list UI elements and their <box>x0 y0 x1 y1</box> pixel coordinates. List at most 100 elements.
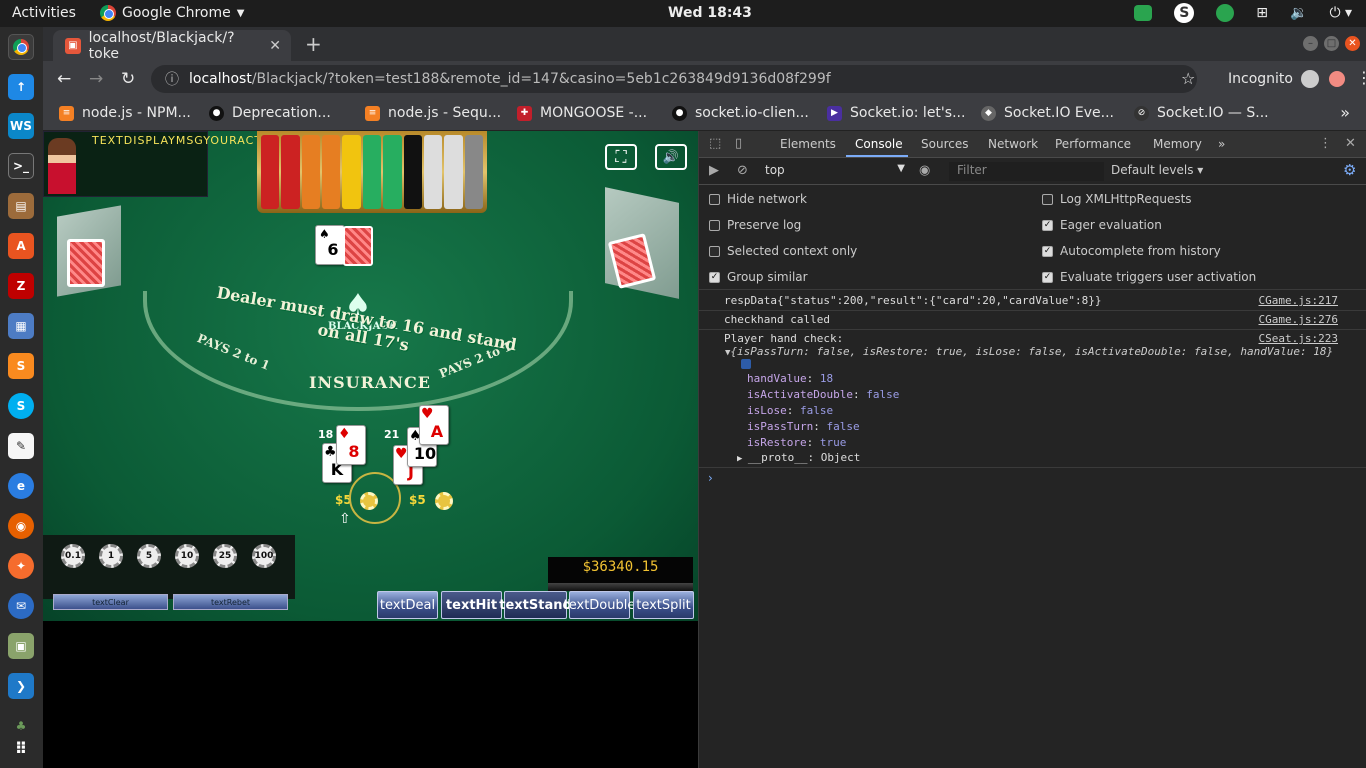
clear-button[interactable]: textClear <box>53 594 168 610</box>
bookmarks-more-icon[interactable]: » <box>1340 103 1350 122</box>
device-toggle-icon[interactable]: ▯ <box>735 136 742 151</box>
log-levels-dropdown[interactable]: Default levels ▾ <box>1111 163 1203 177</box>
app-menu[interactable]: Google Chrome ▼ <box>100 5 244 21</box>
software-dock-icon[interactable]: A <box>8 233 34 259</box>
address-bar[interactable]: ⓘ localhost/Blackjack/?token=test188&rem… <box>151 65 1197 93</box>
stand-button[interactable]: textStand <box>499 591 572 619</box>
bookmark-item[interactable]: ● socket.io-clien... <box>672 105 809 121</box>
sublime-dock-icon[interactable]: S <box>8 353 34 379</box>
option-evaluate-triggers[interactable]: ✓ Evaluate triggers user activation <box>1042 270 1256 284</box>
option-log-xhr[interactable]: Log XMLHttpRequests <box>1042 192 1192 206</box>
option-selected-context[interactable]: Selected context only <box>709 244 857 258</box>
incognito-indicator[interactable]: Incognito <box>1228 70 1319 88</box>
update-icon[interactable] <box>1329 71 1345 87</box>
sidebar-toggle-icon[interactable]: ▶ <box>709 163 719 178</box>
document-dock-icon[interactable]: ▦ <box>8 313 34 339</box>
bookmark-item[interactable]: ● Deprecation... <box>209 105 331 121</box>
minimize-icon[interactable]: – <box>1303 36 1318 51</box>
checkbox-checked[interactable]: ✓ <box>709 271 720 283</box>
option-hide-network[interactable]: Hide network <box>709 192 807 206</box>
tab-console[interactable]: Console <box>855 137 903 151</box>
source-link[interactable]: CGame.js:276 <box>1259 313 1338 326</box>
webstorm-dock-icon[interactable]: WS <box>8 113 34 139</box>
chip-button-5[interactable]: 5 <box>137 544 161 568</box>
option-preserve-log[interactable]: Preserve log <box>709 218 801 232</box>
filter-input[interactable]: Filter <box>949 162 1104 181</box>
chip-button-25[interactable]: 25 <box>213 544 237 568</box>
checkbox[interactable] <box>709 219 720 231</box>
checkbox-checked[interactable]: ✓ <box>1042 219 1053 231</box>
back-icon[interactable]: ← <box>57 69 71 89</box>
devtools-menu-icon[interactable]: ⋮ <box>1319 136 1332 151</box>
safari-dock-icon[interactable]: ✦ <box>8 553 34 579</box>
checkbox[interactable] <box>709 193 720 205</box>
files-dock-icon[interactable]: ▤ <box>8 193 34 219</box>
deal-button[interactable]: textDeal <box>377 591 438 619</box>
inspect-icon[interactable]: ⬚ <box>709 136 721 151</box>
terminal-dock-icon[interactable]: >_ <box>8 153 34 179</box>
upload-dock-icon[interactable]: ↑ <box>8 74 34 100</box>
archive-dock-icon[interactable]: ▣ <box>8 633 34 659</box>
close-tab-icon[interactable]: ✕ <box>269 38 281 54</box>
console-prompt[interactable]: › <box>708 471 713 485</box>
bookmark-item[interactable]: ✚ MONGOOSE -... <box>517 105 647 121</box>
reload-icon[interactable]: ↻ <box>121 69 135 89</box>
menu-icon[interactable]: ⋮ <box>1356 68 1366 87</box>
checkbox-checked[interactable]: ✓ <box>1042 271 1053 283</box>
bookmark-item[interactable]: ≡ node.js - NPM... <box>59 105 191 121</box>
text-editor-dock-icon[interactable]: ✎ <box>8 433 34 459</box>
rebet-button[interactable]: textRebet <box>173 594 288 610</box>
forward-icon[interactable]: → <box>89 69 103 89</box>
clock[interactable]: Wed 18:43 <box>668 5 752 21</box>
bookmark-star-icon[interactable]: ☆ <box>1181 69 1195 88</box>
info-icon[interactable]: ⓘ <box>165 69 179 89</box>
tab-sources[interactable]: Sources <box>921 137 968 151</box>
activities-button[interactable]: Activities <box>12 5 76 21</box>
system-tray[interactable]: S ⊞ 🔉 ⏻ ▾ <box>1134 3 1352 23</box>
bookmark-item[interactable]: ≡ node.js - Sequ... <box>365 105 501 121</box>
chip-button-1[interactable]: 1 <box>99 544 123 568</box>
bookmark-item[interactable]: ▶ Socket.io: let's... <box>827 105 965 121</box>
chip-button-100[interactable]: 100 <box>252 544 276 568</box>
option-autocomplete[interactable]: ✓ Autocomplete from history <box>1042 244 1221 258</box>
tab-memory[interactable]: Memory <box>1153 137 1202 151</box>
live-expression-icon[interactable]: ◉ <box>919 163 930 178</box>
maximize-icon[interactable]: □ <box>1324 36 1339 51</box>
source-link[interactable]: CGame.js:217 <box>1259 294 1338 307</box>
chrome-dock-icon[interactable] <box>8 34 34 60</box>
fullscreen-button[interactable]: ⛶ <box>605 144 637 170</box>
object-toggle[interactable]: ▼{isPassTurn: false, isRestore: true, is… <box>725 345 1333 358</box>
devtools-close-icon[interactable]: ✕ <box>1345 136 1356 151</box>
proto-toggle[interactable]: ▶ __proto__: Object <box>737 451 860 464</box>
chip-button-0.1[interactable]: 0.1 <box>61 544 85 568</box>
vscode-dock-icon[interactable]: ❯ <box>8 673 34 699</box>
clear-console-icon[interactable]: ⊘ <box>737 163 748 178</box>
volume-icon[interactable]: 🔉 <box>1290 5 1307 21</box>
sound-button[interactable]: 🔊 <box>655 144 687 170</box>
skype-icon[interactable]: S <box>1174 3 1195 23</box>
update-icon[interactable] <box>1216 4 1235 22</box>
settings-gear-icon[interactable]: ⚙ <box>1343 161 1356 179</box>
tab-network[interactable]: Network <box>988 137 1038 151</box>
power-icon[interactable]: ⏻ ▾ <box>1329 5 1352 21</box>
bookmark-item[interactable]: ⊘ Socket.IO — S... <box>1134 105 1269 121</box>
hit-button[interactable]: textHit <box>441 591 502 619</box>
source-link[interactable]: CSeat.js:223 <box>1259 332 1338 345</box>
split-button[interactable]: textSplit <box>633 591 694 619</box>
context-selector[interactable]: top ▼ <box>765 163 905 181</box>
checkbox-checked[interactable]: ✓ <box>1042 245 1053 257</box>
tab-elements[interactable]: Elements <box>780 137 836 151</box>
firefox-dock-icon[interactable]: ◉ <box>8 513 34 539</box>
hangouts-icon[interactable] <box>1134 5 1153 21</box>
blackjack-game[interactable]: TEXTDISPLAYMSGYOURACTION ⛶ 🔊 ♠ 6 ♠ BLACKJA… <box>43 131 698 621</box>
option-group-similar[interactable]: ✓ Group similar <box>709 270 808 284</box>
new-tab-button[interactable]: + <box>305 32 322 56</box>
browser-dock-icon[interactable]: e <box>8 473 34 499</box>
close-window-icon[interactable]: ✕ <box>1345 36 1360 51</box>
network-icon[interactable]: ⊞ <box>1256 5 1268 21</box>
filezilla-dock-icon[interactable]: Z <box>8 273 34 299</box>
chip-button-10[interactable]: 10 <box>175 544 199 568</box>
double-button[interactable]: textDouble <box>564 591 635 619</box>
more-tabs-icon[interactable]: » <box>1218 137 1225 151</box>
bookmark-item[interactable]: ◆ Socket.IO Eve... <box>981 105 1114 121</box>
